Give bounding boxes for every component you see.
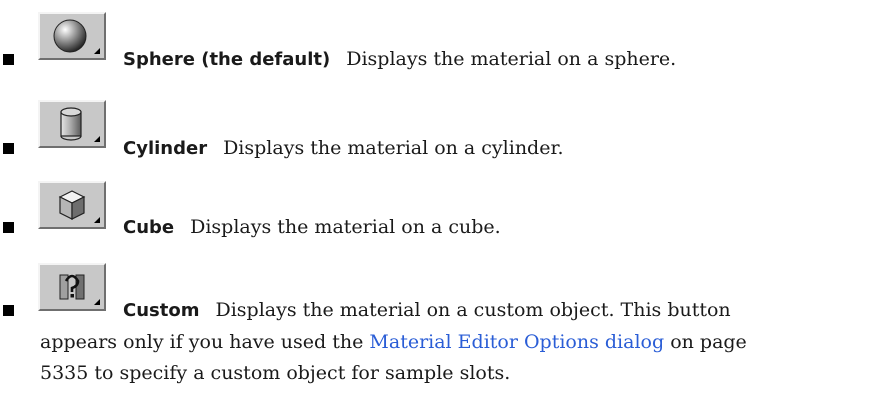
item-description: Displays the material on a cylinder. [223, 137, 564, 159]
cube-button[interactable] [38, 181, 106, 229]
item-description-line2-end: on page [670, 331, 747, 353]
bullet [3, 222, 14, 233]
bullet [3, 305, 14, 316]
cylinder-icon [60, 107, 100, 142]
item-term: Sphere (the default) [123, 49, 331, 70]
item-term: Cube [123, 217, 175, 238]
cube-icon [58, 190, 100, 223]
bullet [3, 54, 14, 65]
cylinder-button[interactable] [38, 100, 106, 148]
item-term: Cylinder [123, 138, 208, 159]
item-description: Displays the material on a custom object… [215, 299, 731, 321]
item-description: Displays the material on a cube. [190, 216, 501, 238]
item-description-line2: appears only if you have used the [40, 331, 364, 353]
custom-object-button[interactable] [38, 263, 106, 311]
sphere-icon [53, 19, 100, 54]
sphere-button[interactable] [38, 12, 106, 60]
custom-object-icon [59, 274, 100, 305]
item-term: Custom [123, 300, 200, 321]
item-description: Displays the material on a sphere. [346, 48, 677, 70]
material-editor-options-link[interactable]: Material Editor Options dialog [369, 331, 664, 353]
item-description-line3: 5335 to specify a custom object for samp… [40, 362, 511, 384]
bullet [3, 143, 14, 154]
